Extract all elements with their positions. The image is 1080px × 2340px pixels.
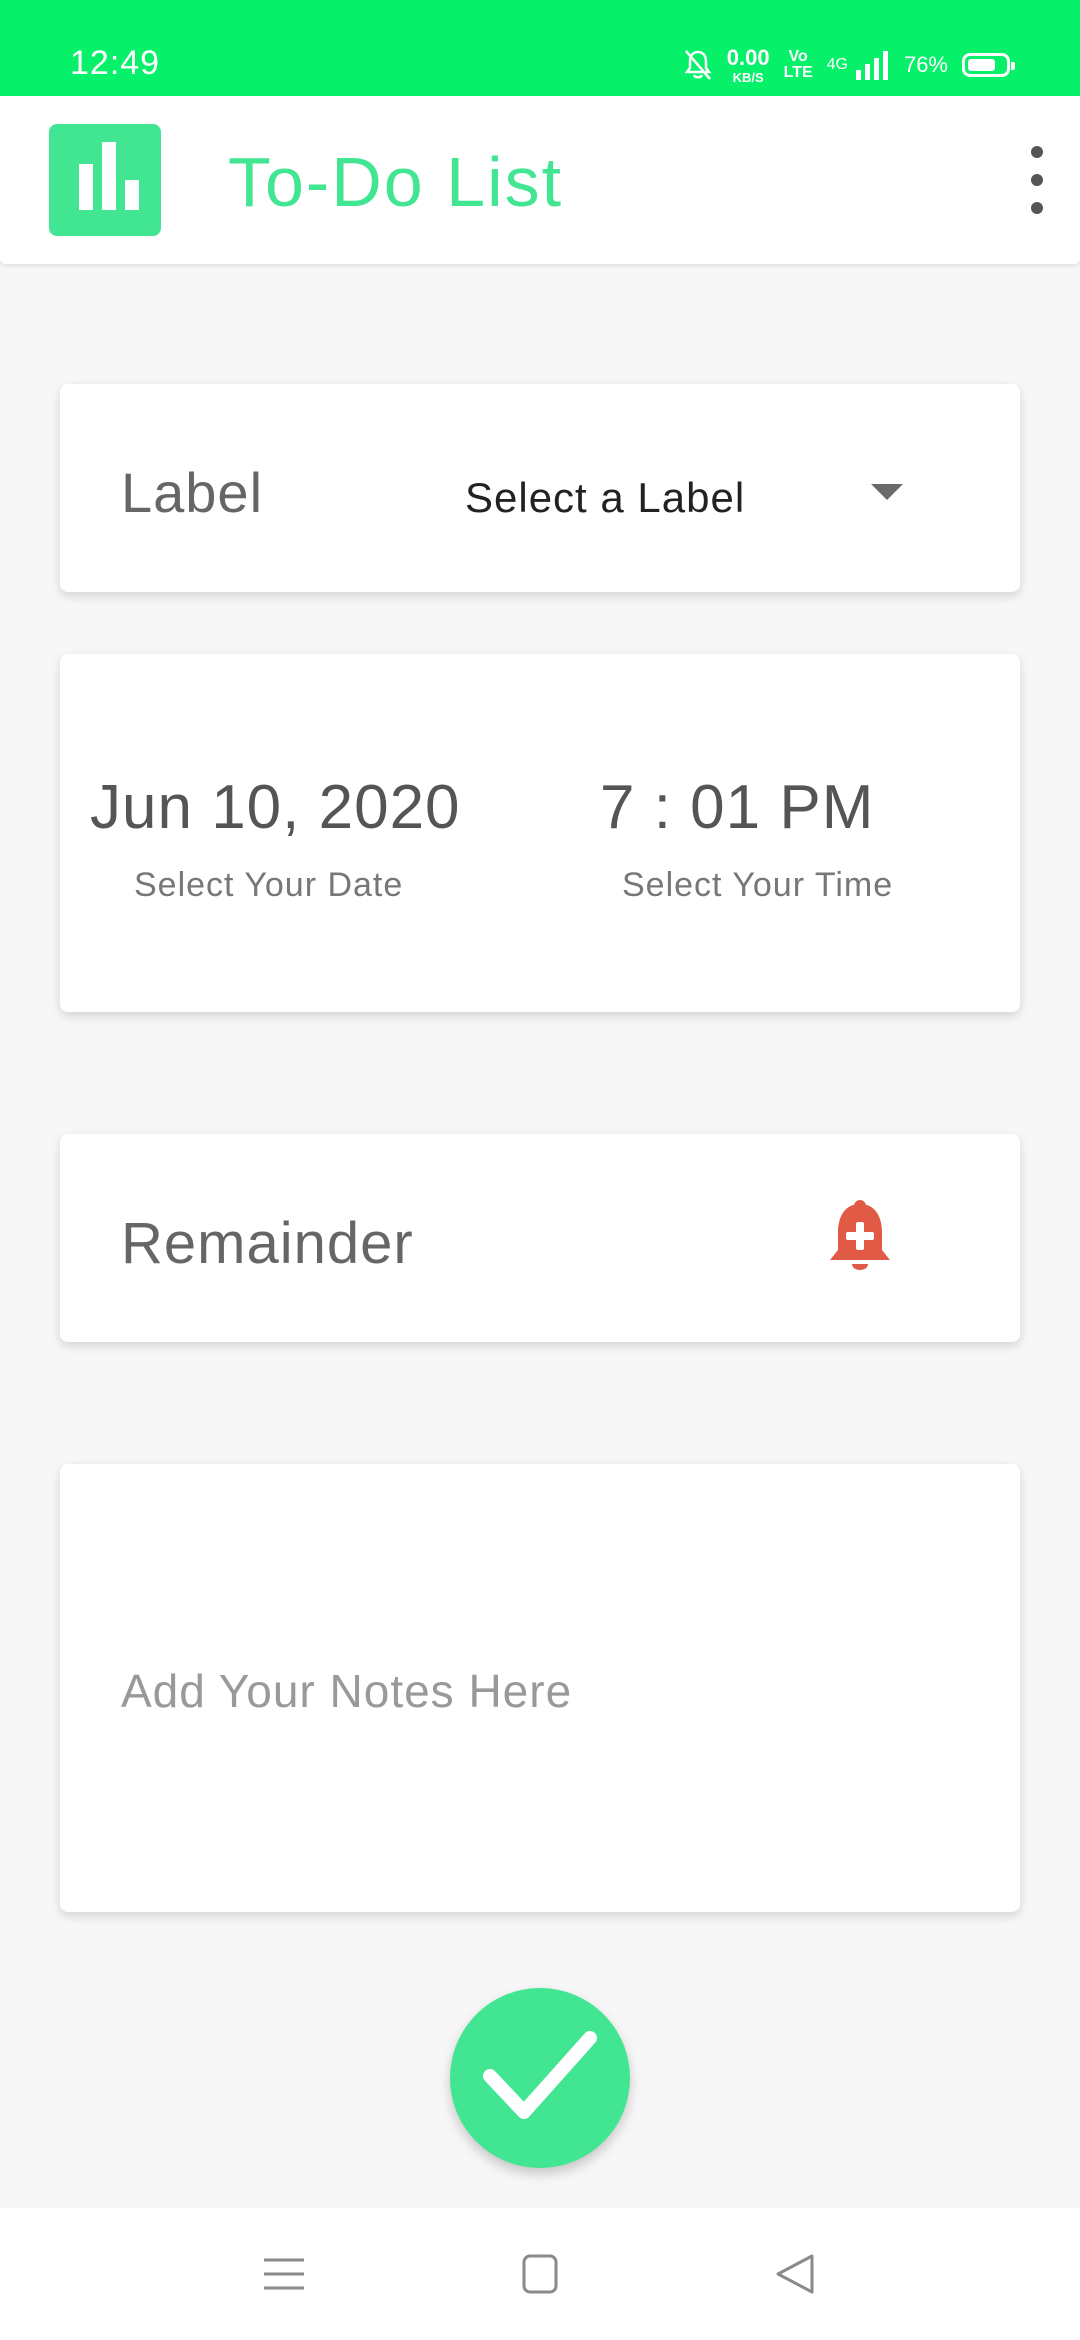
network-type: 4G — [826, 56, 848, 73]
datetime-card: Jun 10, 2020 Select Your Date 7 : 01 PM … — [60, 654, 1020, 1012]
label-card: Label Select a Label — [60, 384, 1020, 592]
reminder-label: Remainder — [121, 1211, 414, 1276]
mute-notification-icon — [684, 50, 712, 80]
time-hint: Select Your Time — [622, 866, 894, 904]
notes-input[interactable]: Add Your Notes Here — [121, 1664, 572, 1718]
signal-icon — [855, 51, 888, 80]
network-speed-value: 0.00 — [726, 44, 770, 70]
notes-card[interactable]: Add Your Notes Here — [60, 1464, 1020, 1912]
menu-icon[interactable] — [254, 2244, 314, 2304]
battery-icon — [962, 53, 1015, 77]
volte-indicator: Vo LTE — [784, 49, 813, 81]
back-icon[interactable] — [766, 2244, 826, 2304]
status-icons: 0.00 KB/S Vo LTE 4G 76% — [683, 42, 1015, 88]
save-button[interactable] — [450, 1988, 630, 2168]
bell-plus-icon[interactable] — [816, 1194, 904, 1282]
volte-bottom: LTE — [783, 64, 813, 81]
home-icon[interactable] — [510, 2244, 570, 2304]
status-time: 12:49 — [70, 44, 161, 82]
battery-cap — [1011, 62, 1015, 70]
logo-bar — [125, 180, 139, 210]
reminder-card: Remainder — [60, 1134, 1020, 1342]
menu-dot — [1031, 202, 1043, 214]
label-select[interactable]: Select a Label — [465, 474, 745, 522]
bar-chart-icon — [49, 124, 161, 236]
label-title: Label — [121, 461, 264, 524]
network-speed: 0.00 KB/S — [726, 44, 770, 85]
status-bar: 12:49 0.00 KB/S Vo LTE 4G 76% — [0, 0, 1080, 96]
app-title: To-Do List — [228, 143, 564, 221]
logo-bar — [79, 164, 93, 210]
time-picker[interactable]: 7 : 01 PM — [600, 772, 874, 843]
volte-top: Vo — [788, 48, 808, 65]
menu-dot — [1031, 174, 1043, 186]
overflow-menu-icon[interactable] — [1022, 146, 1052, 214]
dropdown-arrow-icon[interactable] — [871, 484, 903, 500]
battery-percent: 76% — [903, 52, 948, 77]
menu-dot — [1031, 146, 1043, 158]
network-speed-unit: KB/S — [732, 69, 764, 85]
logo-bar — [102, 142, 116, 210]
app-bar: To-Do List — [0, 96, 1080, 264]
checkmark-icon — [483, 2031, 597, 2119]
date-hint: Select Your Date — [134, 866, 404, 904]
system-nav-bar — [0, 2208, 1080, 2340]
battery-fill — [968, 59, 995, 71]
date-picker[interactable]: Jun 10, 2020 — [90, 772, 461, 843]
